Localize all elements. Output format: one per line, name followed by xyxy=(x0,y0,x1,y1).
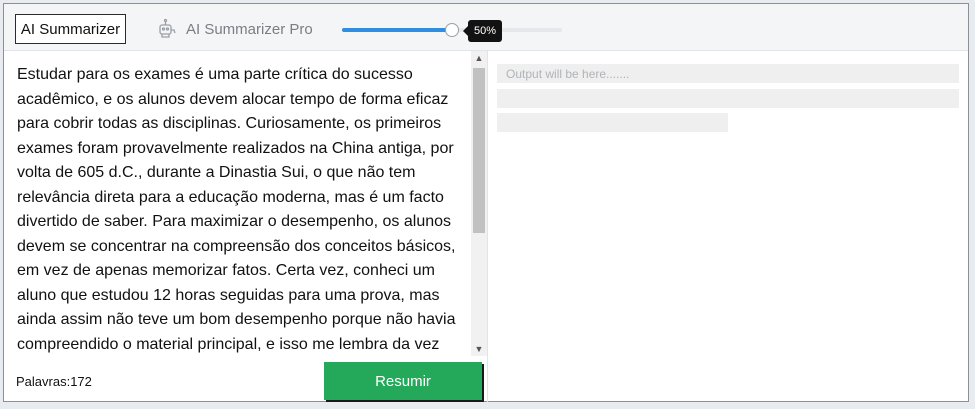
output-line: Output will be here....... xyxy=(497,64,959,83)
input-footer: Palavras:172 Resumir xyxy=(4,356,488,402)
summarizer-window: AI Summarizer AI Summarizer Pro 50% Estu… xyxy=(3,3,969,402)
input-text-area[interactable]: Estudar para os exames é uma parte críti… xyxy=(17,63,462,353)
tab-ai-summarizer-pro[interactable]: AI Summarizer Pro xyxy=(156,17,316,41)
input-pane: Estudar para os exames é uma parte críti… xyxy=(4,51,488,356)
summary-length-slider[interactable] xyxy=(342,23,562,37)
scroll-up-icon[interactable]: ▲ xyxy=(471,51,487,65)
scroll-down-icon[interactable]: ▼ xyxy=(471,342,487,356)
input-scrollbar[interactable]: ▲ ▼ xyxy=(471,51,487,356)
scrollbar-thumb[interactable] xyxy=(473,68,485,233)
top-bar: AI Summarizer AI Summarizer Pro 50% xyxy=(4,4,968,51)
robot-icon xyxy=(156,18,178,40)
tab-ai-summarizer[interactable]: AI Summarizer xyxy=(15,14,126,44)
slider-fill xyxy=(342,28,452,32)
output-placeholder: Output will be here....... xyxy=(506,67,630,81)
output-line xyxy=(497,113,728,132)
slider-value-tooltip: 50% xyxy=(462,20,503,42)
tab-pro-label: AI Summarizer Pro xyxy=(186,20,313,38)
output-line xyxy=(497,89,959,108)
slider-thumb[interactable] xyxy=(445,23,459,37)
word-count: Palavras:172 xyxy=(16,374,92,389)
summarize-button[interactable]: Resumir xyxy=(324,362,482,400)
